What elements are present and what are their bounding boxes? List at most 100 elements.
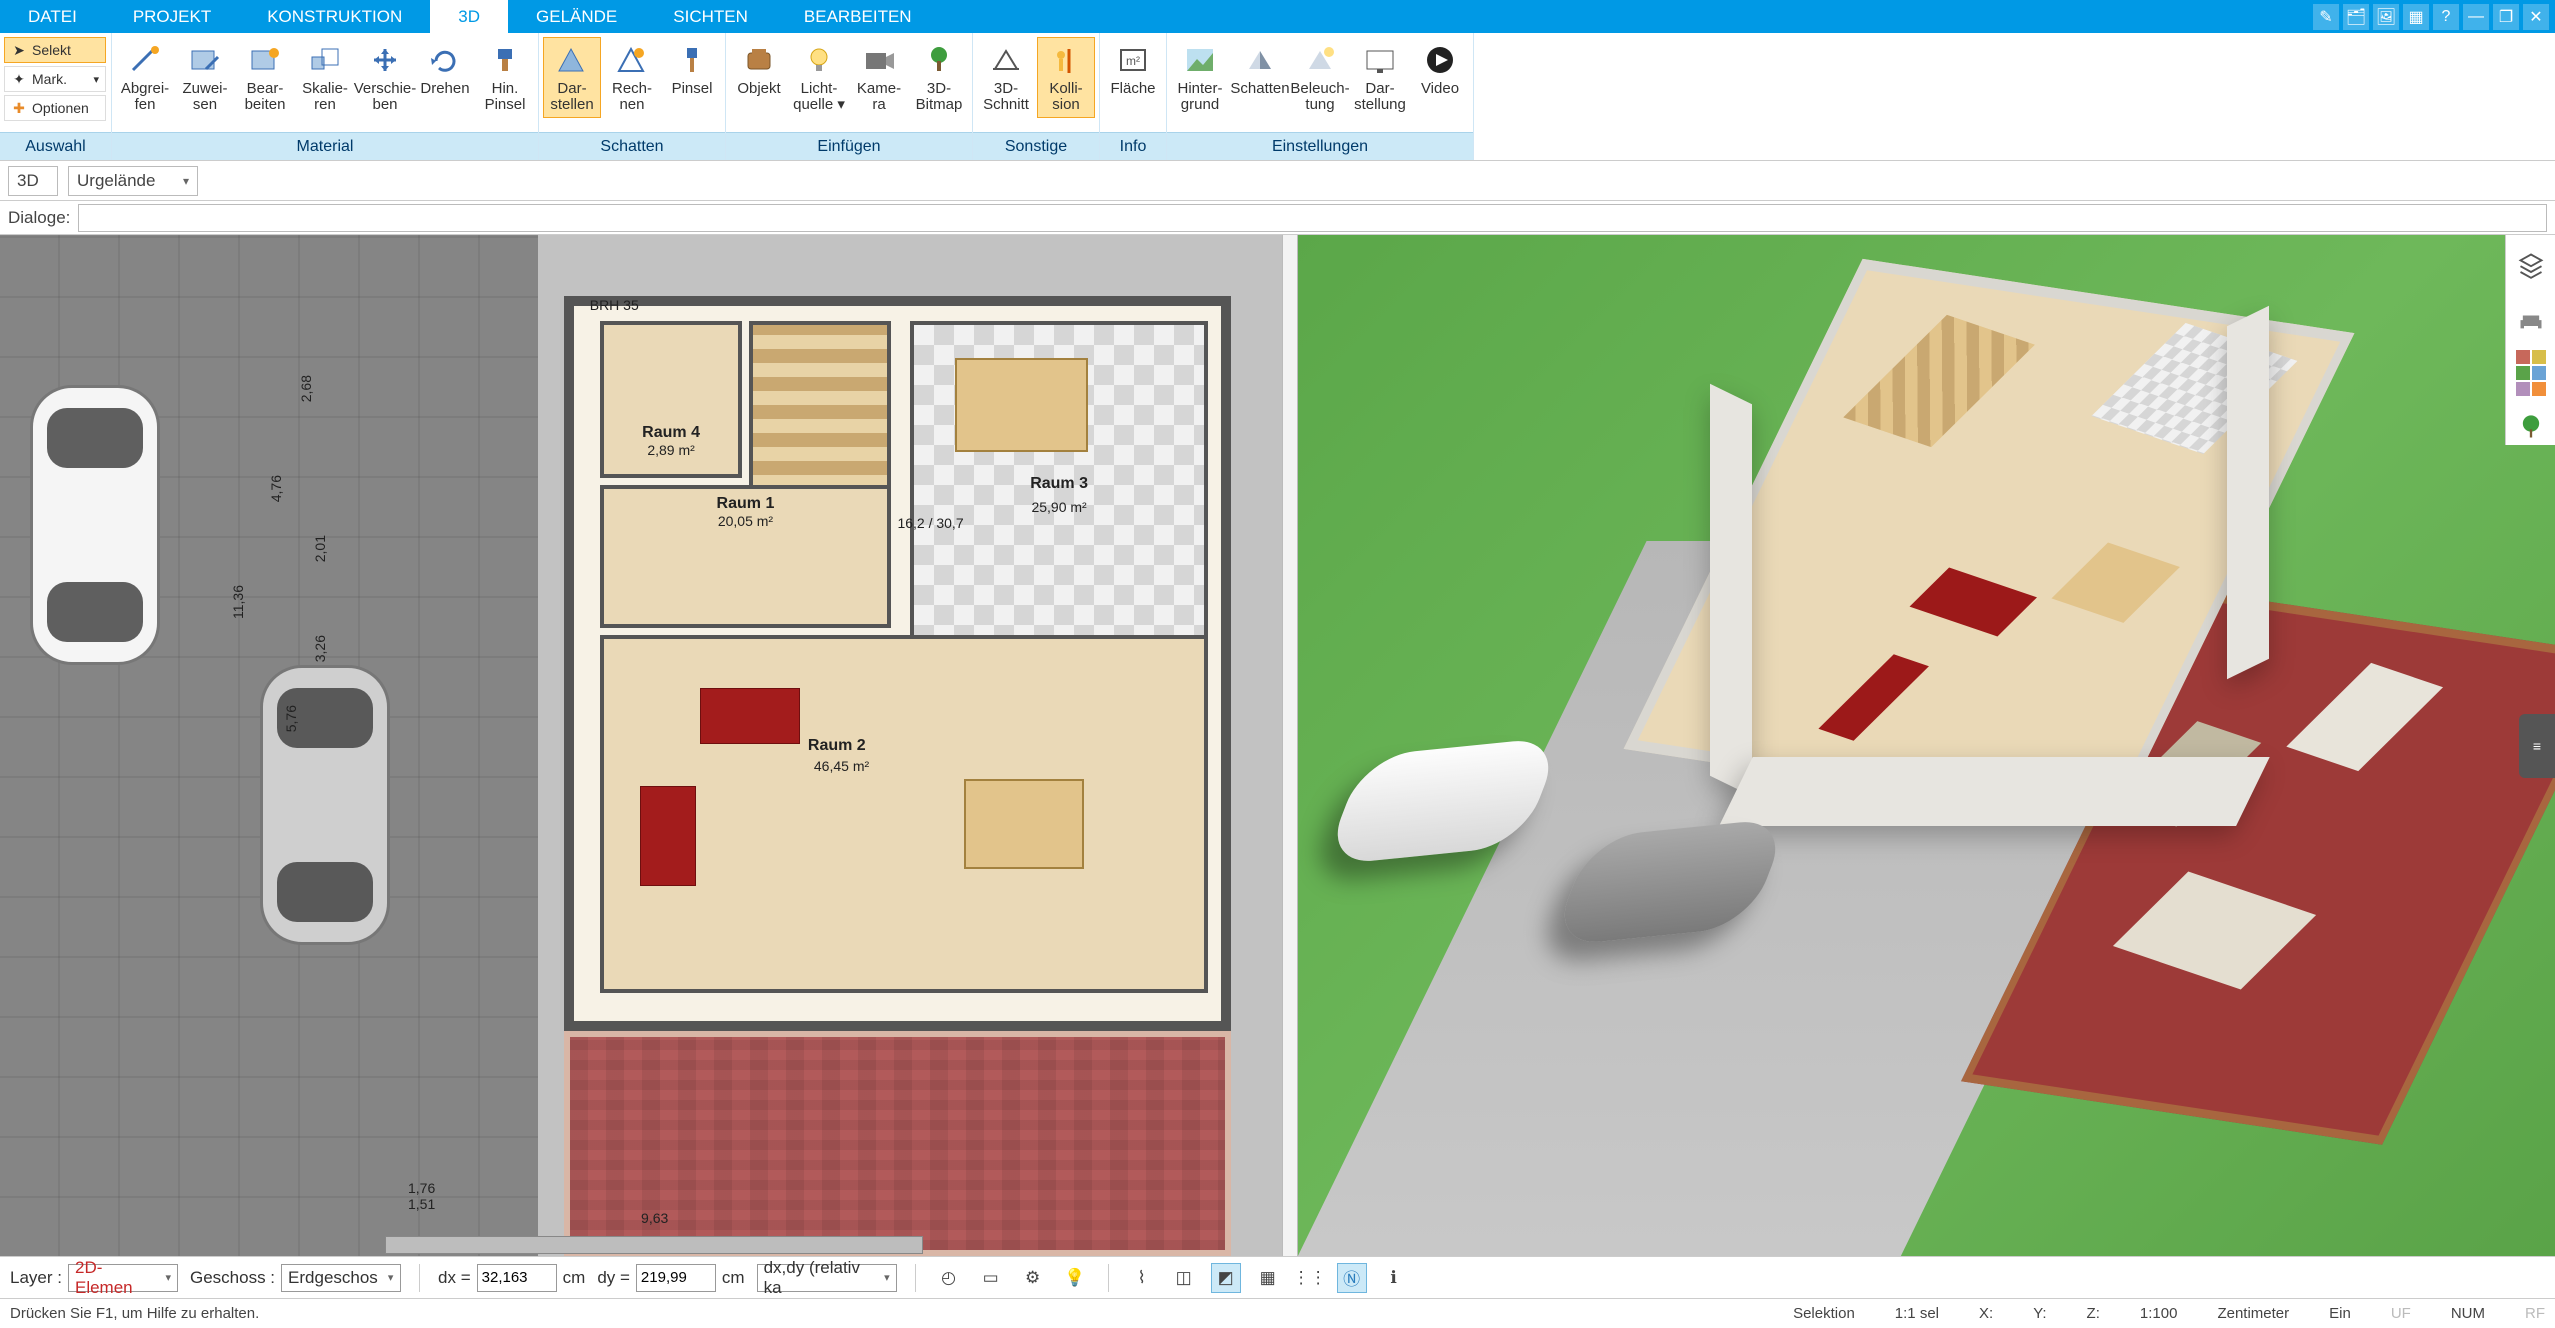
gear-icon[interactable]: ⚙: [1018, 1263, 1048, 1293]
ribbon-flaeche-button[interactable]: m² Fläche: [1104, 37, 1162, 118]
ribbon-schnitt3d-button[interactable]: 3D- Schnitt: [977, 37, 1035, 118]
snap4-icon[interactable]: ▦: [1253, 1263, 1283, 1293]
pane-2d[interactable]: Raum 4 2,89 m² Raum 3 25,90 m² Raum 1 20…: [0, 235, 1282, 1256]
ribbon-hintergrund-button[interactable]: Hinter- grund: [1171, 37, 1229, 118]
sofa3d-1: [1910, 567, 2037, 636]
ribbon-hinpinsel-button[interactable]: Hin. Pinsel: [476, 37, 534, 118]
catalog-icon[interactable]: 🗂: [2343, 4, 2369, 30]
ribbon-bitmap3d-button[interactable]: 3D- Bitmap: [910, 37, 968, 118]
ribbon-label: Kame- ra: [857, 81, 901, 113]
scrollbar-h[interactable]: [385, 1236, 923, 1254]
view-mode-box[interactable]: 3D: [8, 166, 58, 196]
window-controls: ✎ 🗂 🖼 ▦ ? — ❐ ✕: [2313, 4, 2555, 30]
view-bar: 3D Urgelände▾: [0, 161, 2555, 201]
ribbon-kamera-button[interactable]: Kame- ra: [850, 37, 908, 118]
sofa-2: [640, 786, 696, 886]
screen-icon[interactable]: ▭: [976, 1263, 1006, 1293]
north-icon[interactable]: Ⓝ: [1337, 1263, 1367, 1293]
close-icon[interactable]: ✕: [2523, 4, 2549, 30]
ribbon-abgreifen-button[interactable]: Abgrei- fen: [116, 37, 174, 118]
ribbon-darstellen-button[interactable]: Dar- stellen: [543, 37, 601, 118]
ribbon-drehen-button[interactable]: Drehen: [416, 37, 474, 118]
clock-icon[interactable]: ◴: [934, 1263, 964, 1293]
menu-tab-bearbeiten[interactable]: BEARBEITEN: [776, 0, 940, 33]
palette-icon[interactable]: [2513, 355, 2549, 391]
layers-icon[interactable]: [2513, 247, 2549, 283]
table-2: [964, 779, 1084, 869]
ribbon-label: Video: [1421, 81, 1459, 113]
ribbon-rechnen-button[interactable]: Rech- nen: [603, 37, 661, 118]
grid-dots-icon[interactable]: ⋮⋮: [1295, 1263, 1325, 1293]
group-label-material: Material: [112, 132, 538, 160]
menu-tab-datei[interactable]: DATEI: [0, 0, 105, 33]
ribbon-zuweisen-button[interactable]: Zuwei- sen: [176, 37, 234, 118]
splitter[interactable]: [1282, 235, 1298, 1256]
geschoss-select[interactable]: Erdgeschos▾: [281, 1264, 401, 1292]
ribbon-pinsel-button[interactable]: Pinsel: [663, 37, 721, 118]
status-rf: RF: [2525, 1305, 2545, 1322]
hintergrund-icon: [1180, 42, 1220, 78]
cursor-icon: ➤: [11, 42, 27, 58]
ribbon-label: Fläche: [1110, 81, 1155, 113]
menu-tab-3d[interactable]: 3D: [430, 0, 508, 33]
ribbon-darstellungE-button[interactable]: Dar- stellung: [1351, 37, 1409, 118]
svg-text:m²: m²: [1126, 54, 1140, 68]
car-grey: [260, 665, 390, 945]
pane-3d[interactable]: ≡: [1298, 235, 2555, 1256]
chevron-down-icon: ▾: [884, 1271, 890, 1284]
help-icon[interactable]: ?: [2433, 4, 2459, 30]
ribbon-group-einfuegen: ObjektLicht- quelle ▾Kame- ra3D- Bitmap …: [726, 33, 973, 160]
dim-9-63: 9,63: [641, 1210, 668, 1226]
bulb-icon[interactable]: 💡: [1060, 1263, 1090, 1293]
relative-value: dx,dy (relativ ka: [764, 1258, 874, 1298]
beleuchtung-icon: [1300, 42, 1340, 78]
mark-button[interactable]: ✦Mark.▾: [4, 66, 106, 92]
optionen-button[interactable]: ✚Optionen: [4, 95, 106, 121]
dim-1-76: 1,76: [408, 1180, 435, 1196]
ribbon-bearbeiten-button[interactable]: Bear- beiten: [236, 37, 294, 118]
menu-tab-projekt[interactable]: PROJEKT: [105, 0, 239, 33]
floor-plan[interactable]: Raum 4 2,89 m² Raum 3 25,90 m² Raum 1 20…: [0, 235, 1282, 1256]
ribbon-objekt-button[interactable]: Objekt: [730, 37, 788, 118]
ribbon-label: Pinsel: [672, 81, 713, 113]
ribbon-label: Schatten: [1230, 81, 1289, 113]
ribbon-skalieren-button[interactable]: Skalie- ren: [296, 37, 354, 118]
ribbon-verschieben-button[interactable]: Verschie- ben: [356, 37, 414, 118]
dx-input[interactable]: [477, 1264, 557, 1292]
dy-input[interactable]: [636, 1264, 716, 1292]
grid-icon[interactable]: ▦: [2403, 4, 2429, 30]
relative-select[interactable]: dx,dy (relativ ka▾: [757, 1264, 897, 1292]
snap3-icon[interactable]: ◩: [1211, 1263, 1241, 1293]
ribbon-schattenE-button[interactable]: Schatten: [1231, 37, 1289, 118]
ribbon-kollision-button[interactable]: Kolli- sion: [1037, 37, 1095, 118]
picture-icon[interactable]: 🖼: [2373, 4, 2399, 30]
optionen-label: Optionen: [32, 100, 89, 116]
layer-dropdown[interactable]: Urgelände▾: [68, 166, 198, 196]
ribbon-beleuchtung-button[interactable]: Beleuch- tung: [1291, 37, 1349, 118]
dim-2-68: 2,68: [298, 375, 314, 402]
tree-icon[interactable]: [2513, 409, 2549, 445]
menu-tab-sichten[interactable]: SICHTEN: [645, 0, 776, 33]
snap1-icon[interactable]: ⌇: [1127, 1263, 1157, 1293]
dim-angle: 16,2 / 30,7: [897, 515, 963, 531]
ribbon-video-button[interactable]: Video: [1411, 37, 1469, 118]
status-x: X:: [1979, 1305, 1993, 1322]
minimize-icon[interactable]: —: [2463, 4, 2489, 30]
layer-select[interactable]: 2D-Elemen▾: [68, 1264, 178, 1292]
status-y: Y:: [2033, 1305, 2046, 1322]
room3-name: Raum 3: [1030, 475, 1088, 493]
menu-tab-gelaende[interactable]: GELÄNDE: [508, 0, 645, 33]
info-icon[interactable]: ℹ: [1379, 1263, 1409, 1293]
status-num: NUM: [2451, 1305, 2485, 1322]
wall-right: [2227, 306, 2269, 679]
selekt-button[interactable]: ➤Selekt: [4, 37, 106, 63]
panel-handle[interactable]: ≡: [2519, 714, 2555, 778]
maximize-icon[interactable]: ❐: [2493, 4, 2519, 30]
furniture-icon[interactable]: [2513, 301, 2549, 337]
wall-left: [1710, 384, 1752, 797]
dialog-input[interactable]: [78, 204, 2547, 232]
menu-tab-konstruktion[interactable]: KONSTRUKTION: [239, 0, 430, 33]
snap2-icon[interactable]: ◫: [1169, 1263, 1199, 1293]
ribbon-lichtquelle-button[interactable]: Licht- quelle ▾: [790, 37, 848, 118]
tool-icon[interactable]: ✎: [2313, 4, 2339, 30]
